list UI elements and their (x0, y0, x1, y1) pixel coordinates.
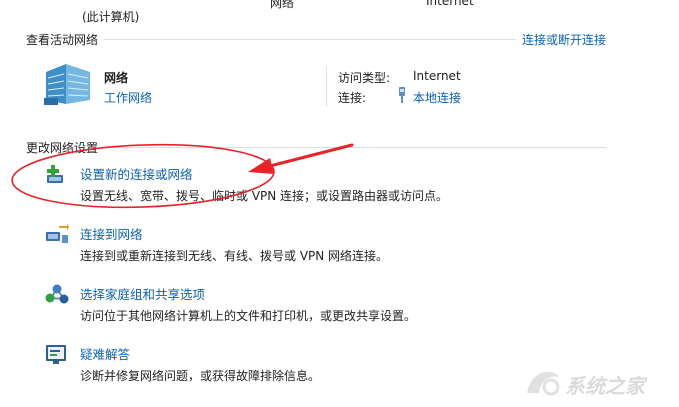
connect-network-icon (45, 223, 69, 245)
task-link-homegroup[interactable]: 选择家庭组和共享选项 (80, 284, 205, 303)
network-map-row: • · 网络 Internet (82, 0, 602, 22)
new-connection-icon (45, 163, 69, 185)
section-divider (104, 39, 516, 40)
map-label-network: 网络 (270, 0, 295, 10)
map-label-partial: • · (82, 0, 97, 4)
connections-label: 连接: (338, 91, 367, 105)
local-connection-link[interactable]: 本地连接 (413, 89, 461, 106)
connect-disconnect-link[interactable]: 连接或断开连接 (522, 31, 606, 48)
task-desc-new-connection: 设置无线、宽带、拨号、临时或 VPN 连接；或设置路由器或访问点。 (80, 189, 449, 203)
work-network-icon (44, 62, 94, 106)
task-link-troubleshoot[interactable]: 疑难解答 (80, 344, 130, 363)
active-networks-heading: 查看活动网络 (26, 33, 99, 47)
troubleshoot-icon (45, 343, 69, 365)
task-desc-connect-network: 连接到或重新连接到无线、有线、拨号或 VPN 网络连接。 (80, 249, 389, 263)
access-type-value: Internet (413, 69, 461, 83)
task-desc-homegroup: 访问位于其他网络计算机上的文件和打印机，或更改共享设置。 (80, 309, 417, 323)
vertical-divider (326, 66, 327, 106)
network-type-link[interactable]: 工作网络 (104, 89, 152, 106)
this-computer-label: (此计算机) (82, 10, 140, 24)
task-desc-troubleshoot: 诊断并修复网络问题，或获得故障排除信息。 (80, 369, 321, 383)
task-link-connect-network[interactable]: 连接到网络 (80, 224, 143, 243)
change-settings-heading: 更改网络设置 (26, 141, 99, 155)
network-name: 网络 (104, 71, 129, 85)
local-connection-icon (397, 87, 407, 106)
site-watermark: 系统之家 (521, 363, 671, 403)
task-link-new-connection[interactable]: 设置新的连接或网络 (80, 164, 193, 183)
red-arrow-icon (248, 143, 354, 174)
map-label-internet: Internet (426, 0, 474, 8)
homegroup-icon (45, 283, 69, 305)
section-divider (104, 147, 606, 148)
watermark-text: 系统之家 (565, 374, 648, 398)
access-type-label: 访问类型: (338, 71, 391, 85)
